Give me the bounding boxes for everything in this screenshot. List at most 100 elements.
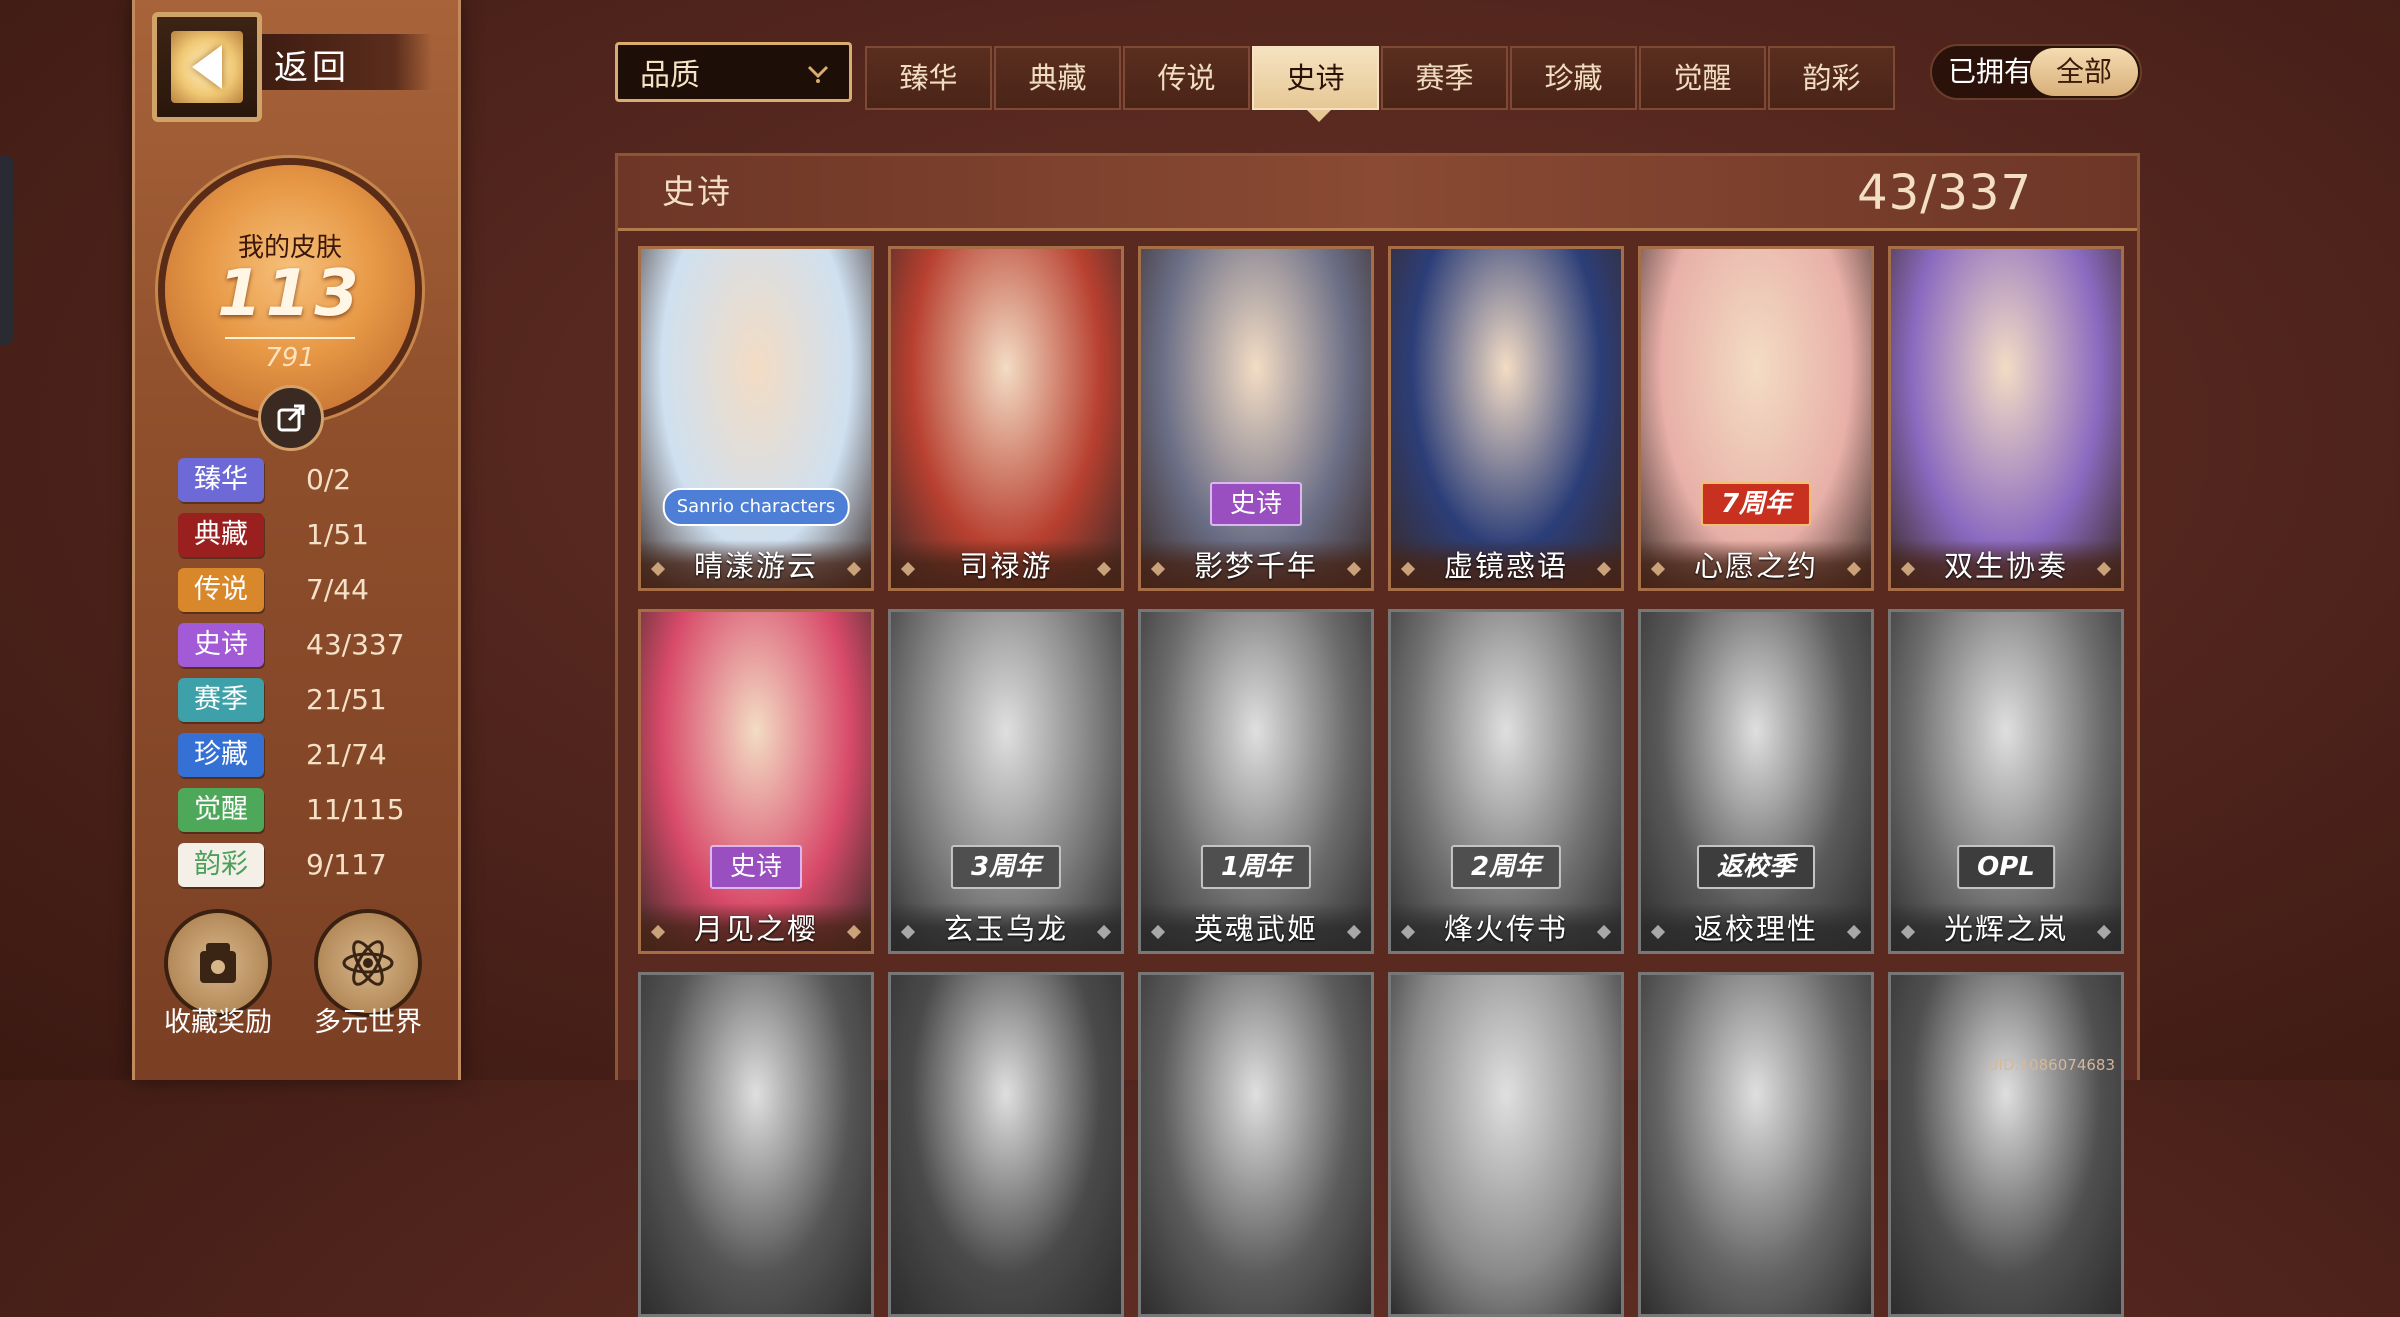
quality-tag: 赛季 xyxy=(178,678,264,722)
quality-summary-row: 觉醒 11/115 xyxy=(178,788,428,832)
skin-portrait xyxy=(1891,249,2121,588)
skin-card[interactable]: 史诗 影梦千年 xyxy=(1138,246,1374,591)
skin-name: 烽火传书 xyxy=(1391,903,1621,951)
owned-filter-label: 已拥有 xyxy=(1948,55,2033,88)
tab-8[interactable]: 韵彩 xyxy=(1768,46,1895,110)
owned-skin-count: 113 xyxy=(217,257,363,331)
tab-2[interactable]: 典藏 xyxy=(994,46,1121,110)
quality-tag: 珍藏 xyxy=(178,733,264,777)
quality-tabs: 臻华 典藏 传说 史诗 赛季 珍藏 觉醒 韵彩 xyxy=(865,46,1897,122)
skin-name: 心愿之约 xyxy=(1641,540,1871,588)
skin-card[interactable]: 双生协奏 xyxy=(1888,246,2124,591)
multiverse-button[interactable] xyxy=(318,913,418,1013)
skin-portrait xyxy=(1891,975,2121,1314)
skin-portrait xyxy=(1391,249,1621,588)
skin-card[interactable]: 1周年英魂武姬 xyxy=(1138,609,1374,954)
quality-filter-label: 品质 xyxy=(640,58,700,93)
skin-portrait xyxy=(891,249,1121,588)
skin-badge: 史诗 xyxy=(1209,482,1303,526)
quality-summary-row: 史诗 43/337 xyxy=(178,623,428,667)
skin-portrait xyxy=(1391,612,1621,951)
quality-tag: 典藏 xyxy=(178,513,264,557)
skin-portrait xyxy=(891,612,1121,951)
quality-count: 7/44 xyxy=(306,573,369,606)
skin-card[interactable]: 2周年烽火传书 xyxy=(1388,609,1624,954)
share-button[interactable] xyxy=(258,385,324,451)
skin-portrait xyxy=(641,612,871,951)
tab-5[interactable]: 赛季 xyxy=(1381,46,1508,110)
skin-badge: 3周年 xyxy=(950,845,1062,889)
lantern-frame xyxy=(152,12,262,122)
skin-card[interactable]: 3周年 玄玉乌龙 xyxy=(888,609,1124,954)
skin-card[interactable] xyxy=(888,972,1124,1317)
quality-count: 43/337 xyxy=(306,628,405,661)
skin-card[interactable]: 虚镜惑语 xyxy=(1388,246,1624,591)
skin-badge: OPL xyxy=(1957,845,2055,889)
tab-6[interactable]: 珍藏 xyxy=(1510,46,1637,110)
skin-card[interactable]: OPL 光辉之岚 xyxy=(1888,609,2124,954)
skin-portrait xyxy=(1641,612,1871,951)
quality-summary-row: 珍藏 21/74 xyxy=(178,733,428,777)
skin-badge: 7周年 xyxy=(1700,482,1812,526)
tab-3[interactable]: 传说 xyxy=(1123,46,1250,110)
share-icon xyxy=(277,404,305,432)
skin-name: 双生协奏 xyxy=(1891,540,2121,588)
quality-summary-row: 典藏 1/51 xyxy=(178,513,428,557)
quality-tag: 传说 xyxy=(178,568,264,612)
quality-tag: 臻华 xyxy=(178,458,264,502)
skin-badge: Sanrio characters xyxy=(662,488,850,526)
quality-summary-row: 传说 7/44 xyxy=(178,568,428,612)
skin-card[interactable] xyxy=(1388,972,1624,1317)
quality-count: 21/74 xyxy=(306,738,387,771)
skin-portrait xyxy=(1641,975,1871,1314)
skin-portrait xyxy=(641,975,871,1314)
uid-label: UID:1086074683 xyxy=(1987,1056,2115,1074)
quality-tag: 觉醒 xyxy=(178,788,264,832)
skin-card[interactable]: Sanrio characters 晴漾游云 xyxy=(638,246,874,591)
skin-badge: 2周年 xyxy=(1450,845,1562,889)
quality-tag: 史诗 xyxy=(178,623,264,667)
skin-card[interactable]: 司禄游 xyxy=(888,246,1124,591)
quality-filter-dropdown[interactable]: 品质 xyxy=(615,42,852,102)
skin-badge: 1周年 xyxy=(1200,845,1312,889)
panel-header: 史诗 43/337 xyxy=(618,156,2137,231)
atom-icon xyxy=(342,940,394,986)
quality-count: 0/2 xyxy=(306,463,352,496)
gift-bag-icon xyxy=(200,943,236,983)
owned-all-toggle[interactable]: 全部 xyxy=(2030,48,2138,96)
skin-badge: 返校季 xyxy=(1696,845,1816,889)
skin-portrait xyxy=(1141,612,1371,951)
collection-rewards-button[interactable] xyxy=(168,913,268,1013)
skin-portrait xyxy=(1641,249,1871,588)
skin-card[interactable]: 返校季 返校理性 xyxy=(1638,609,1874,954)
skin-card[interactable]: 史诗 月见之樱 xyxy=(638,609,874,954)
quality-count: 21/51 xyxy=(306,683,387,716)
skin-card[interactable] xyxy=(1638,972,1874,1317)
skin-portrait xyxy=(891,975,1121,1314)
skin-name: 英魂武姬 xyxy=(1141,903,1371,951)
quality-summary-row: 臻华 0/2 xyxy=(178,458,428,502)
skin-name: 光辉之岚 xyxy=(1891,903,2121,951)
quality-count: 1/51 xyxy=(306,518,369,551)
skin-card[interactable] xyxy=(1888,972,2124,1317)
skin-card[interactable]: 7周年心愿之约 xyxy=(1638,246,1874,591)
skin-name: 司禄游 xyxy=(891,540,1121,588)
skin-card[interactable] xyxy=(1138,972,1374,1317)
skin-name: 晴漾游云 xyxy=(641,540,871,588)
chevron-down-icon xyxy=(807,65,829,83)
skin-name: 月见之樱 xyxy=(641,903,871,951)
quality-summary-row: 韵彩 9/117 xyxy=(178,843,428,887)
tab-1[interactable]: 臻华 xyxy=(865,46,992,110)
tab-4[interactable]: 史诗 xyxy=(1252,46,1379,122)
skin-name: 影梦千年 xyxy=(1141,540,1371,588)
back-button[interactable]: 返回 xyxy=(152,12,432,122)
skin-portrait xyxy=(1141,975,1371,1314)
skin-card[interactable] xyxy=(638,972,874,1317)
skin-badge: 史诗 xyxy=(709,845,803,889)
back-label: 返回 xyxy=(274,48,350,88)
quality-summary-row: 赛季 21/51 xyxy=(178,678,428,722)
tab-7[interactable]: 觉醒 xyxy=(1639,46,1766,110)
owned-filter: 已拥有 全部 xyxy=(1930,44,2142,100)
back-arrow-icon xyxy=(192,45,222,89)
side-edge-tab xyxy=(0,155,14,345)
